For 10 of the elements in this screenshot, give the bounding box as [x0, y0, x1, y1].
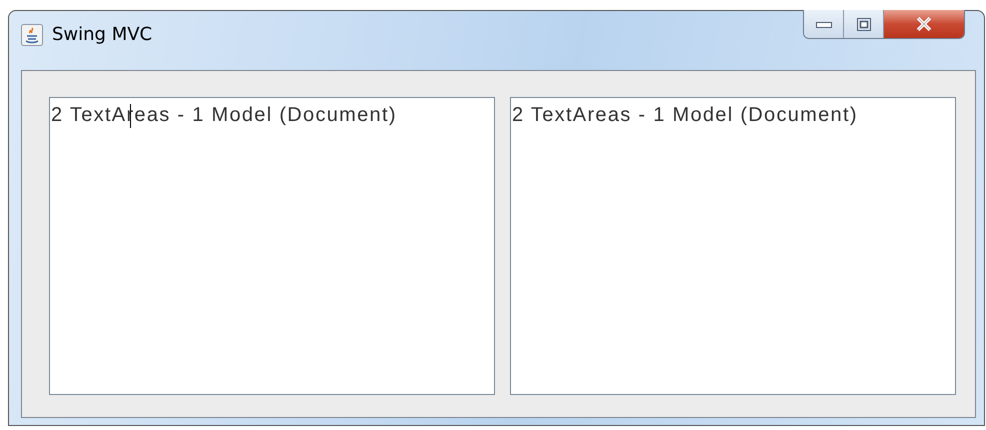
minimize-button[interactable]	[804, 10, 844, 38]
minimize-icon	[816, 20, 832, 28]
close-icon	[915, 17, 933, 31]
close-button[interactable]	[884, 10, 964, 38]
maximize-icon	[856, 18, 870, 30]
text-line: 2 TextAreas - 1 Model (Document)	[512, 103, 858, 127]
text-area[interactable]: 2 TextAreas - 1 Model (Document)	[510, 97, 956, 395]
window-title: Swing MVC	[52, 23, 152, 47]
app-icon	[21, 24, 43, 46]
maximize-button[interactable]	[844, 10, 884, 38]
